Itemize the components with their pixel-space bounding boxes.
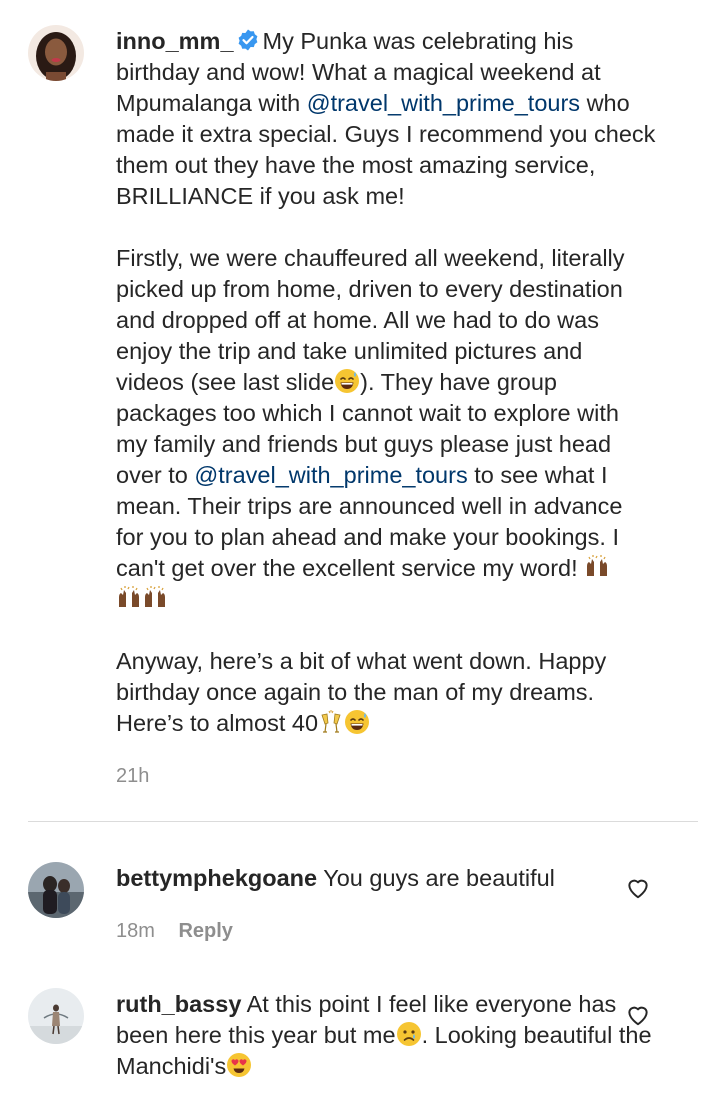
comment-timestamp: 18m: [116, 920, 155, 942]
grinning-sweat-emoji: [335, 369, 360, 393]
mention-link[interactable]: @travel_with_prime_tours: [307, 90, 580, 116]
caption-username[interactable]: inno_mm_: [116, 28, 234, 54]
raising-hands-emoji: [587, 555, 608, 576]
comment-body: ruth_bassy At this point I feel like eve…: [116, 989, 656, 1082]
comment-avatar[interactable]: [28, 862, 84, 918]
caption-paragraph-1: inno_mm_ My Punka was celebrating his bir…: [116, 26, 656, 212]
caption-timestamp: 21h: [116, 765, 150, 787]
comment-username[interactable]: bettymphekgoane: [116, 865, 317, 891]
comment-username[interactable]: ruth_bassy: [116, 991, 241, 1017]
caption-meta: 21h: [116, 765, 149, 788]
mention-link-2[interactable]: @travel_with_prime_tours: [194, 462, 467, 488]
clinking-glasses-emoji: [321, 710, 341, 733]
verified-badge-icon: [238, 29, 257, 51]
crying-face-emoji: [396, 1022, 421, 1046]
comment-text: You guys are beautiful: [323, 865, 555, 891]
reply-button[interactable]: Reply: [178, 920, 232, 942]
comment-meta: 18m Reply: [116, 920, 233, 943]
grinning-sweat-emoji: [345, 710, 370, 734]
raising-hands-emoji: [145, 586, 165, 607]
heart-outline-icon[interactable]: [625, 1002, 651, 1028]
caption-paragraph-3: Anyway, here’s a bit of what went down. …: [116, 646, 656, 739]
caption-text: inno_mm_ My Punka was celebrating his bir…: [116, 26, 656, 739]
raising-hands-emoji: [119, 586, 139, 607]
heart-outline-icon[interactable]: [625, 875, 651, 901]
comment-avatar[interactable]: [28, 988, 84, 1044]
heart-eyes-emoji: [227, 1053, 252, 1077]
caption-avatar[interactable]: [28, 25, 84, 81]
caption-paragraph-2: Firstly, we were chauffeured all weekend…: [116, 243, 656, 615]
comment-body: bettymphekgoane You guys are beautiful: [116, 863, 656, 894]
caption-divider: [28, 821, 698, 822]
